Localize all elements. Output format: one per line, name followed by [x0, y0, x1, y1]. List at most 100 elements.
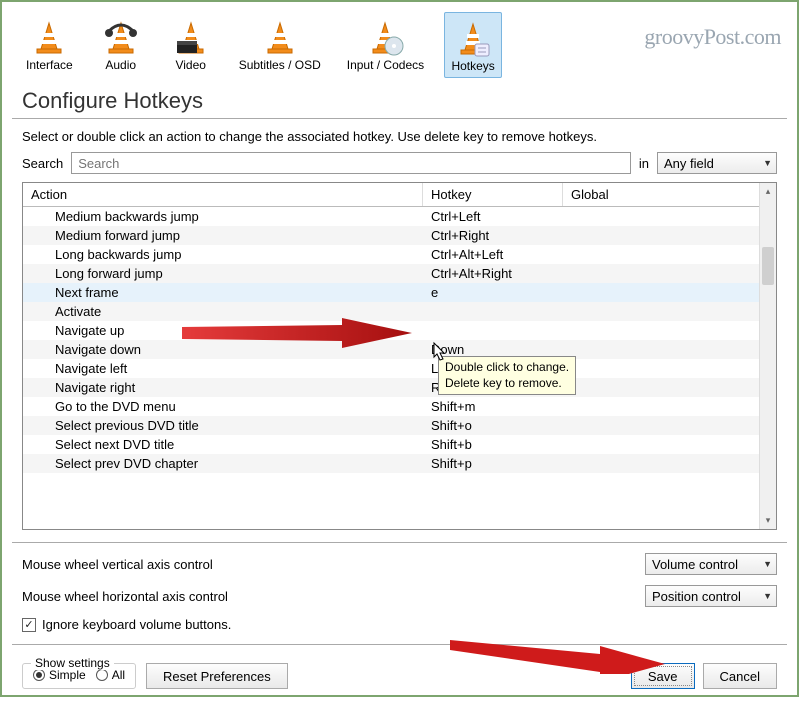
cell-action: Go to the DVD menu — [23, 398, 423, 415]
table-row[interactable]: Medium backwards jumpCtrl+Left — [23, 207, 776, 226]
scroll-down-icon[interactable]: ▾ — [760, 512, 776, 529]
ignore-kb-volume-label: Ignore keyboard volume buttons. — [42, 617, 231, 632]
scroll-up-icon[interactable]: ▴ — [760, 183, 776, 200]
table-header: Action Hotkey Global — [23, 183, 776, 207]
cell-hotkey: Ctrl+Alt+Right — [423, 265, 563, 282]
table-row[interactable]: Long backwards jumpCtrl+Alt+Left — [23, 245, 776, 264]
tab-label: Hotkeys — [451, 59, 494, 73]
cone-headphones-icon — [99, 16, 143, 58]
cell-action: Medium backwards jump — [23, 208, 423, 225]
table-row[interactable]: Select previous DVD titleShift+o — [23, 416, 776, 435]
cell-action: Select prev DVD chapter — [23, 455, 423, 472]
tab-label: Interface — [26, 58, 73, 72]
radio-dot-icon — [33, 669, 45, 681]
tab-hotkeys[interactable]: Hotkeys — [444, 12, 502, 78]
col-action[interactable]: Action — [23, 183, 423, 206]
table-row[interactable]: Next framee — [23, 283, 776, 302]
scroll-thumb[interactable] — [762, 247, 774, 285]
cell-global — [563, 254, 776, 256]
cone-clapper-icon — [169, 16, 213, 58]
cell-action: Select previous DVD title — [23, 417, 423, 434]
search-input[interactable] — [71, 152, 631, 174]
tab-label: Subtitles / OSD — [239, 58, 321, 72]
cell-hotkey: Shift+o — [423, 417, 563, 434]
cell-global — [563, 425, 776, 427]
cell-global — [563, 368, 776, 370]
cancel-button[interactable]: Cancel — [703, 663, 777, 689]
ignore-kb-volume-row: Ignore keyboard volume buttons. — [22, 617, 777, 632]
divider — [12, 542, 787, 543]
cell-global — [563, 387, 776, 389]
radio-all-label: All — [112, 668, 125, 682]
cell-action: Navigate left — [23, 360, 423, 377]
tab-input-codecs[interactable]: Input / Codecs — [341, 12, 430, 76]
tab-label: Video — [175, 58, 205, 72]
tab-audio[interactable]: Audio — [93, 12, 149, 76]
col-hotkey[interactable]: Hotkey — [423, 183, 563, 206]
cell-global — [563, 292, 776, 294]
cell-hotkey — [423, 330, 563, 332]
cell-global — [563, 273, 776, 275]
radio-all[interactable]: All — [96, 668, 125, 682]
mouse-wheel-horizontal-dropdown[interactable]: Position control ▼ — [645, 585, 777, 607]
search-row: Search in Any field ▼ — [22, 152, 777, 174]
table-row[interactable]: Long forward jumpCtrl+Alt+Right — [23, 264, 776, 283]
hotkeys-table: Action Hotkey Global Medium backwards ju… — [22, 182, 777, 530]
cell-global — [563, 444, 776, 446]
mouse-wheel-vertical-value: Volume control — [652, 557, 738, 572]
hotkey-tooltip: Double click to change. Delete key to re… — [438, 356, 576, 395]
search-label: Search — [22, 156, 63, 171]
mouse-wheel-horizontal-row: Mouse wheel horizontal axis control Posi… — [22, 585, 777, 607]
chevron-down-icon: ▼ — [763, 591, 772, 601]
cell-global — [563, 406, 776, 408]
table-row[interactable]: Go to the DVD menuShift+m — [23, 397, 776, 416]
table-row[interactable]: Navigate rightRight — [23, 378, 776, 397]
cell-global — [563, 463, 776, 465]
tab-interface[interactable]: Interface — [20, 12, 79, 76]
cell-global — [563, 349, 776, 351]
cell-hotkey: Ctrl+Left — [423, 208, 563, 225]
mouse-wheel-horizontal-label: Mouse wheel horizontal axis control — [22, 589, 228, 604]
mouse-wheel-vertical-row: Mouse wheel vertical axis control Volume… — [22, 553, 777, 575]
cell-hotkey: Shift+m — [423, 398, 563, 415]
reset-preferences-button[interactable]: Reset Preferences — [146, 663, 288, 689]
annotation-arrow-icon — [182, 318, 412, 348]
table-row[interactable]: Navigate leftLeft — [23, 359, 776, 378]
cell-hotkey: Shift+b — [423, 436, 563, 453]
table-row[interactable]: Select next DVD titleShift+b — [23, 435, 776, 454]
tab-label: Audio — [105, 58, 136, 72]
cell-action: Long forward jump — [23, 265, 423, 282]
cell-global — [563, 311, 776, 313]
divider — [12, 118, 787, 119]
vertical-scrollbar[interactable]: ▴ ▾ — [759, 183, 776, 529]
radio-dot-icon — [96, 669, 108, 681]
ignore-kb-volume-checkbox[interactable] — [22, 618, 36, 632]
cell-action: Next frame — [23, 284, 423, 301]
cell-hotkey — [423, 311, 563, 313]
mouse-wheel-horizontal-value: Position control — [652, 589, 741, 604]
radio-simple-label: Simple — [49, 668, 86, 682]
cell-hotkey: Shift+p — [423, 455, 563, 472]
tab-subtitles-osd[interactable]: Subtitles / OSD — [233, 12, 327, 76]
mouse-wheel-vertical-label: Mouse wheel vertical axis control — [22, 557, 213, 572]
divider — [12, 644, 787, 645]
chevron-down-icon: ▼ — [763, 158, 772, 168]
tab-label: Input / Codecs — [347, 58, 424, 72]
chevron-down-icon: ▼ — [763, 559, 772, 569]
cell-global — [563, 216, 776, 218]
cone-keys-icon — [451, 17, 495, 59]
cone-icon — [27, 16, 71, 58]
cell-hotkey: Ctrl+Right — [423, 227, 563, 244]
show-settings-group: Show settings Simple All — [22, 663, 136, 689]
radio-simple[interactable]: Simple — [33, 668, 86, 682]
page-title: Configure Hotkeys — [22, 88, 787, 114]
watermark-text: groovyPost.com — [644, 24, 781, 50]
table-row[interactable]: Medium forward jumpCtrl+Right — [23, 226, 776, 245]
table-row[interactable]: Select prev DVD chapterShift+p — [23, 454, 776, 473]
cone-icon — [258, 16, 302, 58]
col-global[interactable]: Global — [563, 183, 776, 206]
cell-action: Select next DVD title — [23, 436, 423, 453]
mouse-wheel-vertical-dropdown[interactable]: Volume control ▼ — [645, 553, 777, 575]
tab-video[interactable]: Video — [163, 12, 219, 76]
search-scope-dropdown[interactable]: Any field ▼ — [657, 152, 777, 174]
